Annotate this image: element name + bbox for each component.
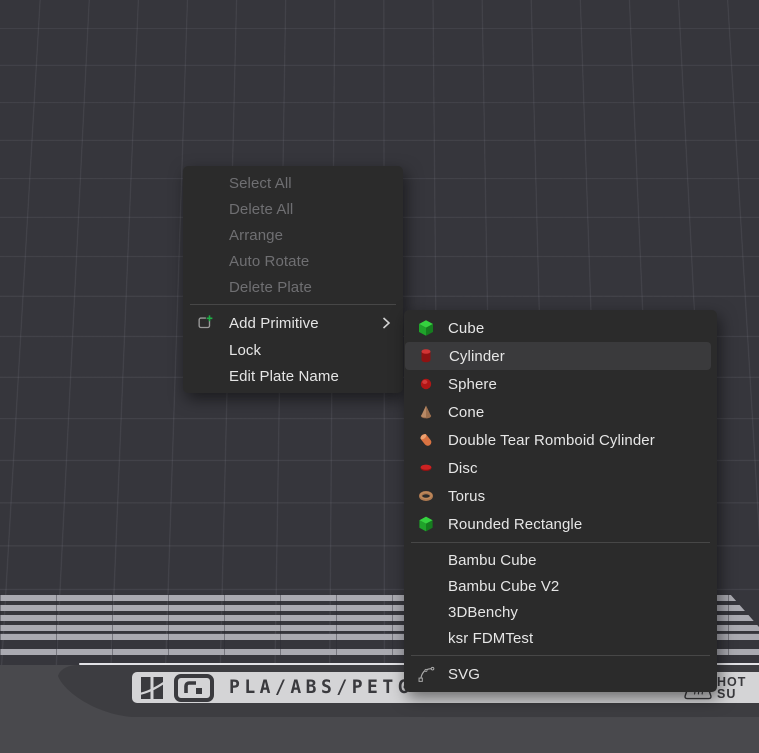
cone-icon — [417, 403, 435, 421]
menu-item-label: Sphere — [448, 376, 497, 393]
menu-item-select-all: Select All — [183, 170, 403, 196]
menu-item-label: Cone — [448, 404, 484, 421]
menu-item-lock[interactable]: Lock — [183, 337, 403, 363]
menu-item-delete-all: Delete All — [183, 196, 403, 222]
slicer-3d-viewport[interactable]: PLA/ABS/PETG HOT SU Select All Delete All… — [0, 0, 759, 753]
menu-item-bambu-cube-v2[interactable]: Bambu Cube V2 — [404, 573, 717, 599]
menu-item-sphere[interactable]: Sphere — [404, 370, 717, 398]
menu-item-label: SVG — [448, 666, 480, 683]
menu-item-label: Cylinder — [449, 348, 505, 365]
plate-type-logo-icon — [174, 674, 214, 702]
menu-item-arrange: Arrange — [183, 222, 403, 248]
menu-item-cylinder[interactable]: Cylinder — [405, 342, 711, 370]
torus-icon — [417, 487, 435, 505]
add-primitive-submenu-separator — [411, 655, 710, 656]
menu-item-label: Lock — [229, 342, 261, 359]
cube-icon — [417, 319, 435, 337]
menu-item-svg[interactable]: SVG — [404, 660, 717, 688]
menu-item-label: Select All — [229, 175, 292, 192]
svg-curve-icon — [417, 665, 435, 683]
menu-item-edit-plate-name[interactable]: Edit Plate Name — [183, 363, 403, 389]
add-primitive-submenu-separator — [411, 542, 710, 543]
add-primitive-submenu: Cube Cylinder Sphere Cone Double Tear Romboi… — [404, 310, 717, 692]
menu-item-label: Delete Plate — [229, 279, 312, 296]
menu-item-add-primitive[interactable]: Add Primitive — [183, 309, 403, 337]
menu-item-label: Cube — [448, 320, 484, 337]
menu-item-label: ksr FDMTest — [448, 630, 533, 647]
plate-material-label: PLA/ABS/PETG — [229, 677, 413, 698]
add-primitive-icon — [196, 314, 214, 332]
menu-item-label: Add Primitive — [229, 315, 319, 332]
menu-item-label: 3DBenchy — [448, 604, 518, 621]
menu-item-label: Bambu Cube V2 — [448, 578, 559, 595]
menu-item-delete-plate: Delete Plate — [183, 274, 403, 300]
hot-warning-line1: HOT — [717, 676, 759, 688]
menu-item-label: Delete All — [229, 201, 293, 218]
disc-icon — [417, 459, 435, 477]
rounded-rectangle-icon — [417, 515, 435, 533]
bambu-logo-icon — [139, 675, 165, 701]
menu-item-double-tear-romboid-cylinder[interactable]: Double Tear Romboid Cylinder — [404, 426, 717, 454]
menu-item-ksr-fdmtest[interactable]: ksr FDMTest — [404, 625, 717, 651]
hot-warning-line2: SU — [717, 688, 759, 700]
menu-item-cube[interactable]: Cube — [404, 314, 717, 342]
cylinder-icon — [417, 347, 435, 365]
menu-item-label: Disc — [448, 460, 478, 477]
menu-item-label: Auto Rotate — [229, 253, 309, 270]
menu-item-3dbenchy[interactable]: 3DBenchy — [404, 599, 717, 625]
menu-item-cone[interactable]: Cone — [404, 398, 717, 426]
sphere-icon — [417, 375, 435, 393]
hot-surface-warning-text: HOT SU — [717, 676, 759, 700]
context-menu: Select All Delete All Arrange Auto Rotate De… — [183, 166, 403, 393]
menu-item-label: Double Tear Romboid Cylinder — [448, 432, 655, 449]
menu-item-label: Rounded Rectangle — [448, 516, 582, 533]
menu-item-label: Torus — [448, 488, 485, 505]
menu-item-rounded-rectangle[interactable]: Rounded Rectangle — [404, 510, 717, 538]
menu-item-bambu-cube[interactable]: Bambu Cube — [404, 547, 717, 573]
menu-item-auto-rotate: Auto Rotate — [183, 248, 403, 274]
menu-item-disc[interactable]: Disc — [404, 454, 717, 482]
menu-item-label: Arrange — [229, 227, 283, 244]
menu-item-label: Edit Plate Name — [229, 368, 339, 385]
menu-item-torus[interactable]: Torus — [404, 482, 717, 510]
context-menu-separator — [190, 304, 396, 305]
chevron-right-icon — [381, 317, 391, 330]
romboid-cylinder-icon — [417, 431, 435, 449]
menu-item-label: Bambu Cube — [448, 552, 537, 569]
